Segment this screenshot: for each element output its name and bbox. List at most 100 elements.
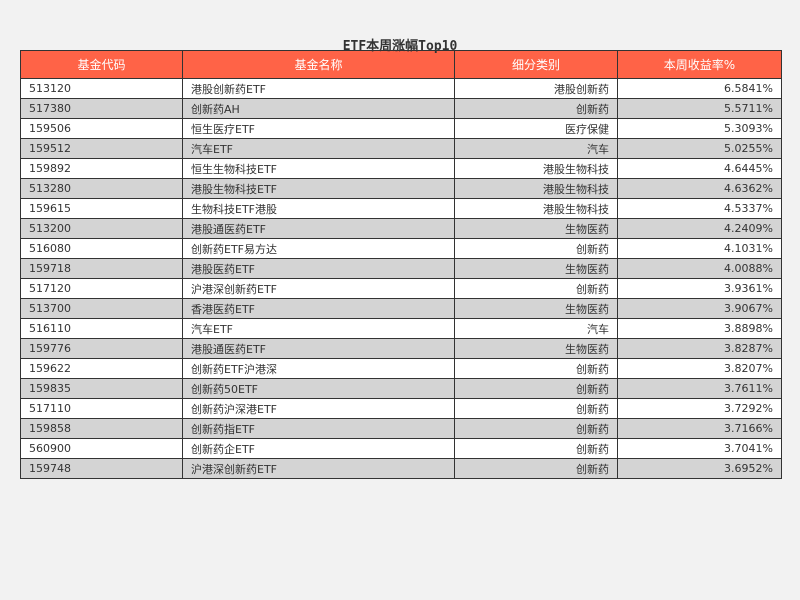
category-cell: 创新药 [454,278,618,299]
fund-name-cell: 港股生物科技ETF [182,178,455,199]
fund-name-cell: 创新药ETF易方达 [182,238,455,259]
weekly-return-cell: 3.7041% [617,438,782,459]
fund-name-cell: 汽车ETF [182,138,455,159]
fund-code-cell: 560900 [20,438,183,459]
fund-name-cell: 恒生生物科技ETF [182,158,455,179]
fund-code-cell: 513200 [20,218,183,239]
table-row: 513120 港股创新药ETF 港股创新药 6.5841% [20,78,782,99]
table-row: 159512 汽车ETF 汽车 5.0255% [20,138,782,159]
table-row: 516110 汽车ETF 汽车 3.8898% [20,318,782,339]
category-cell: 港股创新药 [454,78,618,99]
table-row: 159718 港股医药ETF 生物医药 4.0088% [20,258,782,279]
fund-code-cell: 517380 [20,98,183,119]
fund-code-cell: 513280 [20,178,183,199]
weekly-return-cell: 4.0088% [617,258,782,279]
chart-figure: ETF本周涨幅Top10 基金代码 基金名称 细分类别 本周收益率% 51312… [0,0,800,600]
weekly-return-cell: 4.6362% [617,178,782,199]
category-cell: 生物医药 [454,218,618,239]
table-row: 159776 港股通医药ETF 生物医药 3.8287% [20,338,782,359]
fund-name-cell: 沪港深创新药ETF [182,278,455,299]
fund-code-cell: 159615 [20,198,183,219]
weekly-return-cell: 3.8898% [617,318,782,339]
category-cell: 生物医药 [454,338,618,359]
weekly-return-cell: 5.3093% [617,118,782,139]
fund-name-cell: 港股医药ETF [182,258,455,279]
category-cell: 创新药 [454,438,618,459]
weekly-return-cell: 5.0255% [617,138,782,159]
fund-code-cell: 513700 [20,298,183,319]
category-cell: 生物医药 [454,298,618,319]
table-row: 159748 沪港深创新药ETF 创新药 3.6952% [20,458,782,479]
category-cell: 港股生物科技 [454,158,618,179]
table-row: 159615 生物科技ETF港股 港股生物科技 4.5337% [20,198,782,219]
table-row: 517120 沪港深创新药ETF 创新药 3.9361% [20,278,782,299]
table-row: 159858 创新药指ETF 创新药 3.7166% [20,418,782,439]
category-cell: 创新药 [454,398,618,419]
weekly-return-cell: 3.8207% [617,358,782,379]
category-cell: 汽车 [454,138,618,159]
weekly-return-cell: 4.6445% [617,158,782,179]
fund-name-cell: 创新药沪深港ETF [182,398,455,419]
weekly-return-cell: 3.8287% [617,338,782,359]
table-row: 159622 创新药ETF沪港深 创新药 3.8207% [20,358,782,379]
table-row: 560900 创新药企ETF 创新药 3.7041% [20,438,782,459]
weekly-return-cell: 5.5711% [617,98,782,119]
fund-code-cell: 159506 [20,118,183,139]
category-cell: 创新药 [454,98,618,119]
weekly-return-cell: 3.9067% [617,298,782,319]
column-header-weekly-return: 本周收益率% [617,50,782,79]
fund-name-cell: 港股通医药ETF [182,218,455,239]
fund-name-cell: 创新药50ETF [182,378,455,399]
table-row: 513280 港股生物科技ETF 港股生物科技 4.6362% [20,178,782,199]
weekly-return-cell: 4.1031% [617,238,782,259]
table-row: 513700 香港医药ETF 生物医药 3.9067% [20,298,782,319]
fund-code-cell: 159622 [20,358,183,379]
fund-name-cell: 创新药ETF沪港深 [182,358,455,379]
fund-code-cell: 159776 [20,338,183,359]
table-row: 159506 恒生医疗ETF 医疗保健 5.3093% [20,118,782,139]
fund-code-cell: 513120 [20,78,183,99]
fund-code-cell: 516110 [20,318,183,339]
weekly-return-cell: 3.7292% [617,398,782,419]
weekly-return-cell: 4.2409% [617,218,782,239]
weekly-return-cell: 3.7166% [617,418,782,439]
weekly-return-cell: 4.5337% [617,198,782,219]
etf-table: 基金代码 基金名称 细分类别 本周收益率% 513120 港股创新药ETF 港股创新… [20,50,782,479]
fund-name-cell: 恒生医疗ETF [182,118,455,139]
column-header-fund-code: 基金代码 [20,50,183,79]
fund-name-cell: 港股通医药ETF [182,338,455,359]
category-cell: 创新药 [454,238,618,259]
column-header-category: 细分类别 [454,50,618,79]
table-row: 516080 创新药ETF易方达 创新药 4.1031% [20,238,782,259]
category-cell: 港股生物科技 [454,178,618,199]
fund-name-cell: 沪港深创新药ETF [182,458,455,479]
category-cell: 创新药 [454,358,618,379]
fund-name-cell: 香港医药ETF [182,298,455,319]
table-row: 159835 创新药50ETF 创新药 3.7611% [20,378,782,399]
fund-code-cell: 159835 [20,378,183,399]
table-body: 513120 港股创新药ETF 港股创新药 6.5841% 517380 创新药AH 创新药… [20,78,782,479]
category-cell: 医疗保健 [454,118,618,139]
category-cell: 创新药 [454,378,618,399]
weekly-return-cell: 3.9361% [617,278,782,299]
category-cell: 生物医药 [454,258,618,279]
table-header-row: 基金代码 基金名称 细分类别 本周收益率% [20,50,782,79]
weekly-return-cell: 6.5841% [617,78,782,99]
fund-code-cell: 159718 [20,258,183,279]
fund-name-cell: 创新药企ETF [182,438,455,459]
table-row: 159892 恒生生物科技ETF 港股生物科技 4.6445% [20,158,782,179]
category-cell: 创新药 [454,458,618,479]
category-cell: 汽车 [454,318,618,339]
table-row: 517110 创新药沪深港ETF 创新药 3.7292% [20,398,782,419]
fund-code-cell: 159892 [20,158,183,179]
fund-name-cell: 创新药指ETF [182,418,455,439]
category-cell: 创新药 [454,418,618,439]
fund-name-cell: 生物科技ETF港股 [182,198,455,219]
fund-code-cell: 516080 [20,238,183,259]
table-row: 517380 创新药AH 创新药 5.5711% [20,98,782,119]
fund-name-cell: 港股创新药ETF [182,78,455,99]
fund-code-cell: 517120 [20,278,183,299]
weekly-return-cell: 3.7611% [617,378,782,399]
column-header-fund-name: 基金名称 [182,50,455,79]
fund-code-cell: 517110 [20,398,183,419]
